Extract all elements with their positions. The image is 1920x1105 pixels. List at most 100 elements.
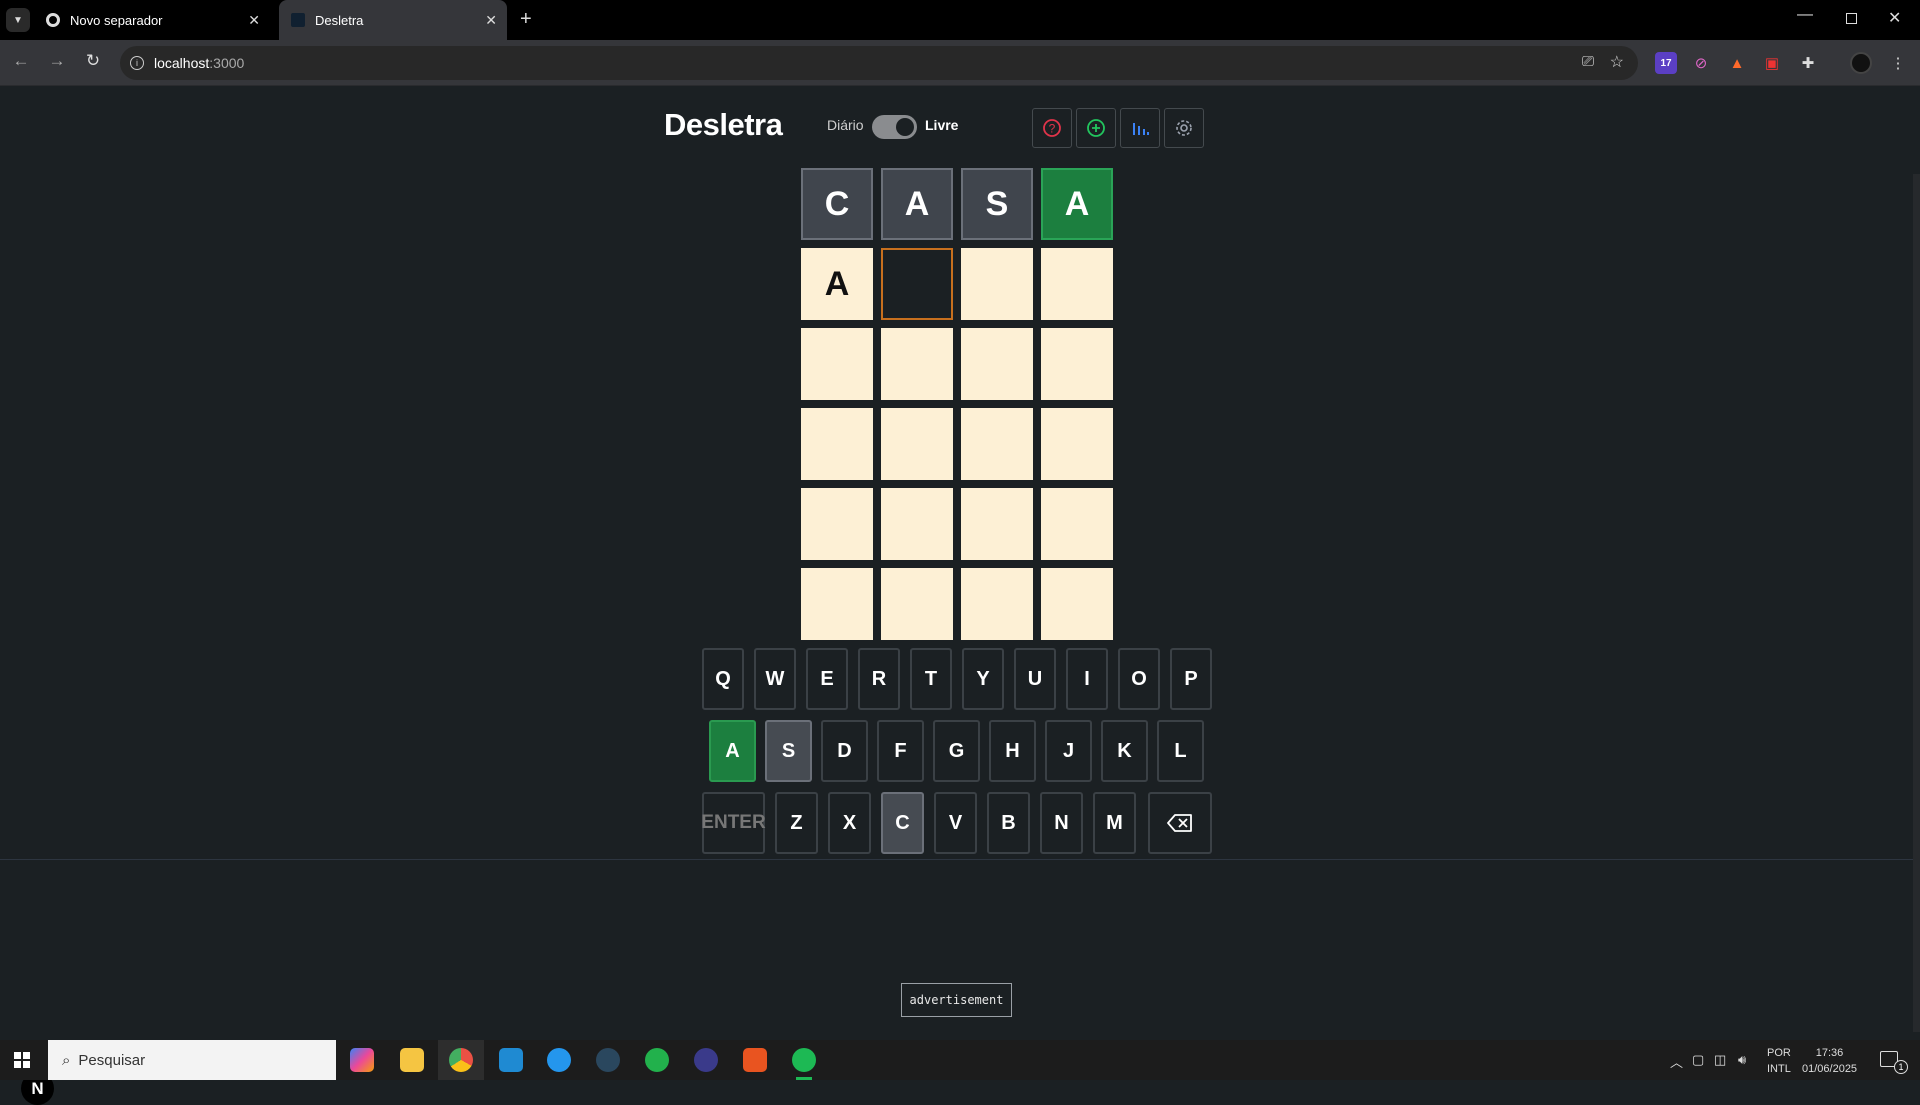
key-h[interactable]: H — [989, 720, 1036, 782]
extension-blocker-icon[interactable]: ⊘ — [1690, 52, 1712, 74]
key-f[interactable]: F — [877, 720, 924, 782]
key-j[interactable]: J — [1045, 720, 1092, 782]
key-w[interactable]: W — [754, 648, 796, 710]
key-m[interactable]: M — [1093, 792, 1136, 854]
install-app-icon[interactable]: ⎚ — [1582, 53, 1594, 70]
key-e[interactable]: E — [806, 648, 848, 710]
settings-icon — [1176, 120, 1192, 136]
close-tab-icon[interactable]: ✕ — [248, 12, 260, 29]
browser-menu-icon[interactable]: ⋮ — [1887, 52, 1909, 74]
settings-button[interactable] — [1164, 108, 1204, 148]
steam-icon[interactable] — [596, 1048, 620, 1072]
key-d[interactable]: D — [821, 720, 868, 782]
key-p[interactable]: P — [1170, 648, 1212, 710]
key-q[interactable]: Q — [702, 648, 744, 710]
grid-tile — [1041, 408, 1113, 480]
copilot-icon[interactable] — [350, 1048, 374, 1072]
search-icon: ⌕ — [62, 1051, 71, 1069]
tab-novo-separador[interactable]: Novo separador ✕ — [34, 0, 270, 40]
key-x[interactable]: X — [828, 792, 871, 854]
stats-button[interactable] — [1120, 108, 1160, 148]
profile-avatar[interactable] — [1850, 52, 1872, 74]
forward-icon[interactable]: → — [45, 51, 69, 71]
mode-toggle[interactable] — [872, 115, 917, 139]
browser-tab-bar: ▼ Novo separador ✕ Desletra ✕ + — ✕ — [0, 0, 1920, 40]
add-icon — [1087, 119, 1105, 137]
grid-tile — [1041, 488, 1113, 560]
close-tab-icon[interactable]: ✕ — [485, 12, 497, 29]
extension-gift-icon[interactable]: ▣ — [1761, 52, 1783, 74]
clock[interactable]: 17:36 01/06/2025 — [1802, 1045, 1857, 1077]
key-n[interactable]: N — [1040, 792, 1083, 854]
enter-key[interactable]: ENTER — [701, 792, 766, 854]
tab-list-button[interactable]: ▼ — [6, 8, 30, 32]
extension-fire-icon[interactable]: ▲ — [1726, 52, 1748, 74]
extension-calendar-icon[interactable]: 17 — [1655, 52, 1677, 74]
page-content: Desletra Diário Livre ? CASAA QWERTYUIOP… — [0, 87, 1920, 1105]
language-indicator[interactable]: POR INTL — [1767, 1045, 1791, 1077]
key-r[interactable]: R — [858, 648, 900, 710]
grid-tile — [961, 248, 1033, 320]
tab-desletra[interactable]: Desletra ✕ — [279, 0, 507, 40]
grid-tile — [961, 488, 1033, 560]
divider — [0, 859, 1920, 860]
url-port: :3000 — [209, 55, 245, 71]
extensions-puzzle-icon[interactable]: ✚ — [1797, 52, 1819, 74]
key-l[interactable]: L — [1157, 720, 1204, 782]
site-info-icon[interactable]: i — [130, 56, 144, 70]
new-game-button[interactable] — [1076, 108, 1116, 148]
show-hidden-icons[interactable]: ︿ — [1670, 1052, 1683, 1071]
svg-text:?: ? — [1049, 122, 1056, 136]
key-v[interactable]: V — [934, 792, 977, 854]
spotify-icon[interactable] — [792, 1048, 816, 1072]
key-s[interactable]: S — [765, 720, 812, 782]
grid-tile — [801, 408, 873, 480]
minimize-icon[interactable]: — — [1797, 6, 1813, 24]
grid-tile[interactable] — [881, 248, 953, 320]
grid-tile — [881, 328, 953, 400]
taskbar-search[interactable]: ⌕ Pesquisar — [48, 1040, 336, 1080]
key-b[interactable]: B — [987, 792, 1030, 854]
key-u[interactable]: U — [1014, 648, 1056, 710]
grid-tile: C — [801, 168, 873, 240]
grid-tile — [801, 328, 873, 400]
start-windows-icon[interactable] — [14, 1052, 30, 1068]
eclipse-icon[interactable] — [694, 1048, 718, 1072]
advertisement-slot[interactable]: advertisement — [901, 983, 1012, 1017]
reload-icon[interactable]: ↻ — [81, 51, 105, 71]
browser-toolbar: ← → ↻ i localhost:3000 ⎚ ☆ 17 ⊘ ▲ ▣ ✚ ⋮ — [0, 40, 1920, 86]
language: POR — [1767, 1047, 1791, 1059]
docker-icon[interactable] — [547, 1048, 571, 1072]
new-tab-icon[interactable]: + — [520, 8, 532, 31]
file-explorer-icon[interactable] — [400, 1048, 424, 1072]
key-a[interactable]: A — [709, 720, 756, 782]
address-bar[interactable]: i localhost:3000 ⎚ ☆ — [120, 46, 1638, 80]
ubuntu-icon[interactable] — [743, 1048, 767, 1072]
key-y[interactable]: Y — [962, 648, 1004, 710]
meet-icon[interactable]: ▢ — [1692, 1052, 1704, 1068]
key-c[interactable]: C — [881, 792, 924, 854]
vscode-icon[interactable] — [499, 1048, 523, 1072]
close-window-icon[interactable]: ✕ — [1888, 8, 1901, 28]
key-i[interactable]: I — [1066, 648, 1108, 710]
key-g[interactable]: G — [933, 720, 980, 782]
key-o[interactable]: O — [1118, 648, 1160, 710]
grid-tile — [1041, 568, 1113, 640]
backspace-key[interactable] — [1148, 792, 1212, 854]
key-t[interactable]: T — [910, 648, 952, 710]
volume-icon[interactable]: 🔊︎ — [1738, 1052, 1746, 1068]
scrollbar[interactable] — [1913, 174, 1920, 1032]
toggle-knob — [896, 118, 914, 136]
help-button[interactable]: ? — [1032, 108, 1072, 148]
key-z[interactable]: Z — [775, 792, 818, 854]
notification-count: 1 — [1894, 1060, 1908, 1074]
extension-badge: 17 — [1660, 57, 1672, 69]
restore-icon[interactable] — [1846, 13, 1857, 24]
network-icon[interactable]: ◫ — [1714, 1052, 1726, 1068]
chat-app-icon[interactable] — [645, 1048, 669, 1072]
grid-tile — [1041, 328, 1113, 400]
bookmark-star-icon[interactable]: ☆ — [1610, 52, 1624, 72]
back-icon[interactable]: ← — [9, 51, 33, 71]
key-k[interactable]: K — [1101, 720, 1148, 782]
help-icon: ? — [1043, 119, 1061, 137]
